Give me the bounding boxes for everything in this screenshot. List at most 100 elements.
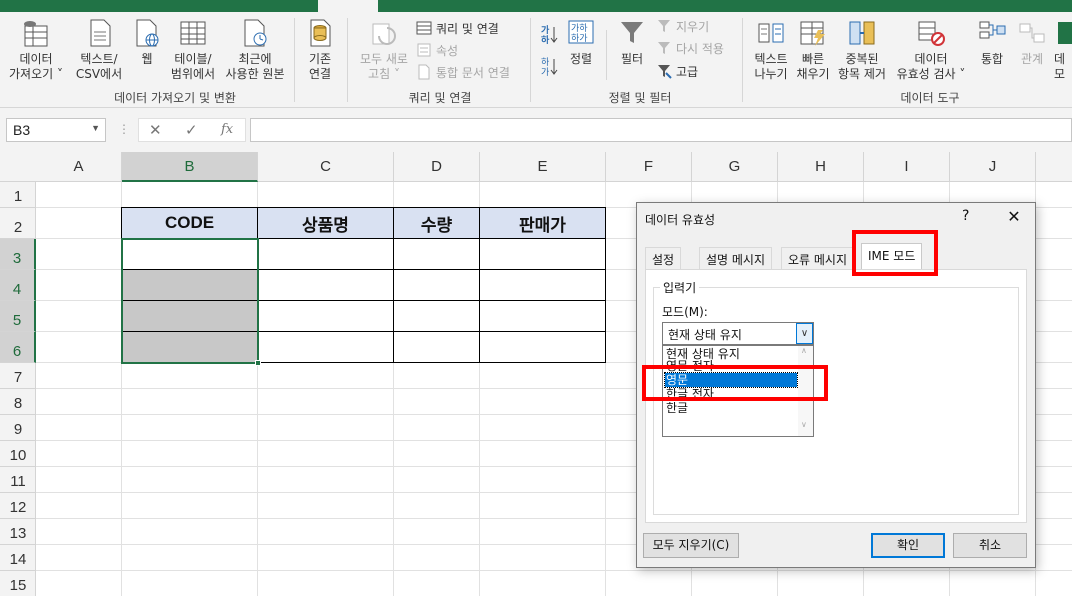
- text-to-columns-button[interactable]: 텍스트 나누기: [748, 18, 794, 82]
- table-cell[interactable]: [122, 332, 258, 363]
- ok-button[interactable]: 확인: [871, 533, 945, 558]
- close-icon[interactable]: ✕: [999, 204, 1029, 230]
- mode-option[interactable]: 한글: [665, 401, 797, 415]
- column-header-j[interactable]: J: [950, 152, 1036, 182]
- list-scrollbar[interactable]: ∧ ∨: [798, 346, 813, 436]
- row-header-4[interactable]: 4: [0, 270, 36, 301]
- table-cell[interactable]: [258, 332, 394, 363]
- row-header-12[interactable]: 12: [0, 493, 36, 519]
- edit-links-button[interactable]: 통합 문서 연결: [416, 62, 510, 82]
- existing-connections-button[interactable]: 기존 연결: [300, 18, 340, 82]
- table-cell[interactable]: [258, 270, 394, 301]
- consolidate-label: 통합: [980, 52, 1004, 66]
- mode-option-selected[interactable]: 영문: [664, 372, 798, 388]
- formula-input[interactable]: [250, 118, 1072, 142]
- table-cell[interactable]: [122, 301, 258, 332]
- remove-duplicates-icon: [849, 21, 875, 45]
- scroll-up-icon[interactable]: ∧: [801, 346, 807, 355]
- table-cell[interactable]: [122, 239, 258, 270]
- row-header-1[interactable]: 1: [0, 182, 36, 208]
- clear-filter-button[interactable]: 지우기: [656, 16, 709, 36]
- row-header-14[interactable]: 14: [0, 545, 36, 571]
- table-cell[interactable]: [394, 270, 480, 301]
- table-cell[interactable]: [480, 301, 606, 332]
- advanced-filter-button[interactable]: 고급: [656, 61, 698, 81]
- column-header-f[interactable]: F: [606, 152, 692, 182]
- column-header-g[interactable]: G: [692, 152, 778, 182]
- row-header-6[interactable]: 6: [0, 332, 36, 363]
- table-header-cell[interactable]: 수량: [394, 208, 480, 239]
- properties-button[interactable]: 속성: [416, 40, 458, 60]
- row-header-13[interactable]: 13: [0, 519, 36, 545]
- tab-error-alert[interactable]: 오류 메시지: [781, 247, 855, 269]
- text-csv-button[interactable]: 텍스트/ CSV에서: [72, 18, 126, 82]
- row-header-11[interactable]: 11: [0, 467, 36, 493]
- chevron-down-icon[interactable]: ∨: [796, 323, 813, 344]
- sort-dialog-icon: 가하하가: [568, 20, 594, 44]
- filter-button[interactable]: 필터: [612, 18, 652, 67]
- table-cell[interactable]: [480, 270, 606, 301]
- data-validation-button[interactable]: 데이터 유효성 검사 ˅: [892, 18, 970, 82]
- tab-settings[interactable]: 설정: [645, 247, 682, 269]
- table-header-cell[interactable]: CODE: [122, 208, 258, 239]
- fill-handle[interactable]: [255, 360, 261, 366]
- consolidate-button[interactable]: 통합: [974, 18, 1010, 67]
- column-header-h[interactable]: H: [778, 152, 864, 182]
- row-header-10[interactable]: 10: [0, 441, 36, 467]
- get-data-button[interactable]: 데이터 가져오기 ˅: [6, 18, 66, 82]
- mode-select[interactable]: 현재 상태 유지 ∨: [662, 322, 814, 345]
- row-header-2[interactable]: 2: [0, 208, 36, 239]
- name-box[interactable]: B3 ▼: [6, 118, 106, 142]
- row-header-5[interactable]: 5: [0, 301, 36, 332]
- column-header-c[interactable]: C: [258, 152, 394, 182]
- row-header-8[interactable]: 8: [0, 389, 36, 415]
- insert-function-icon[interactable]: fx: [221, 122, 233, 137]
- column-header-b[interactable]: B: [122, 152, 258, 182]
- refresh-all-button[interactable]: 모두 새로 고침 ˅: [354, 18, 414, 82]
- row-header-15[interactable]: 15: [0, 571, 36, 596]
- row-header-9[interactable]: 9: [0, 415, 36, 441]
- table-header-cell[interactable]: 상품명: [258, 208, 394, 239]
- table-cell[interactable]: [258, 301, 394, 332]
- text-file-icon: [90, 19, 111, 47]
- sort-za-button[interactable]: 하가: [540, 56, 562, 76]
- table-header-cell[interactable]: 판매가: [480, 208, 606, 239]
- relationships-button[interactable]: 관계: [1014, 18, 1050, 67]
- row-header-7[interactable]: 7: [0, 363, 36, 389]
- clear-all-button[interactable]: 모두 지우기(C): [643, 533, 739, 558]
- column-header-e[interactable]: E: [480, 152, 606, 182]
- web-button[interactable]: 웹: [132, 18, 162, 67]
- table-cell[interactable]: [394, 301, 480, 332]
- reapply-button[interactable]: 다시 적용: [656, 38, 724, 58]
- scroll-down-icon[interactable]: ∨: [801, 420, 807, 429]
- remove-duplicates-button[interactable]: 중복된 항목 제거: [834, 18, 890, 82]
- recent-sources-button[interactable]: 최근에 사용한 원본: [220, 18, 290, 82]
- chevron-down-icon[interactable]: ▼: [91, 123, 100, 133]
- cancel-button[interactable]: 취소: [953, 533, 1027, 558]
- ribbon-tab[interactable]: [18, 0, 42, 7]
- ribbon-tab-data[interactable]: [318, 0, 378, 12]
- help-icon[interactable]: ?: [962, 208, 969, 224]
- enter-icon[interactable]: ✓: [185, 121, 198, 139]
- row-header-3[interactable]: 3: [0, 239, 36, 270]
- mode-option[interactable]: 영문 전자: [665, 359, 797, 373]
- table-cell[interactable]: [394, 332, 480, 363]
- table-cell[interactable]: [258, 239, 394, 270]
- tab-ime-mode[interactable]: IME 모드: [861, 243, 923, 270]
- table-cell[interactable]: [480, 239, 606, 270]
- queries-connections-button[interactable]: 쿼리 및 연결: [416, 18, 499, 38]
- column-header-i[interactable]: I: [864, 152, 950, 182]
- tab-input-message[interactable]: 설명 메시지: [699, 247, 773, 269]
- cancel-icon[interactable]: ✕: [149, 121, 162, 139]
- table-cell[interactable]: [394, 239, 480, 270]
- table-range-button[interactable]: 테이블/ 범위에서: [166, 18, 220, 82]
- column-header-d[interactable]: D: [394, 152, 480, 182]
- column-header-a[interactable]: A: [36, 152, 122, 182]
- flash-fill-button[interactable]: 빠른 채우기: [794, 18, 832, 82]
- table-cell[interactable]: [480, 332, 606, 363]
- sort-az-button[interactable]: 가하: [540, 24, 562, 44]
- table-cell[interactable]: [122, 270, 258, 301]
- data-model-button[interactable]: 데 모: [1054, 18, 1072, 82]
- sort-button[interactable]: 가하 하가 정렬: [562, 18, 600, 67]
- mode-option[interactable]: 한글 전자: [665, 387, 797, 401]
